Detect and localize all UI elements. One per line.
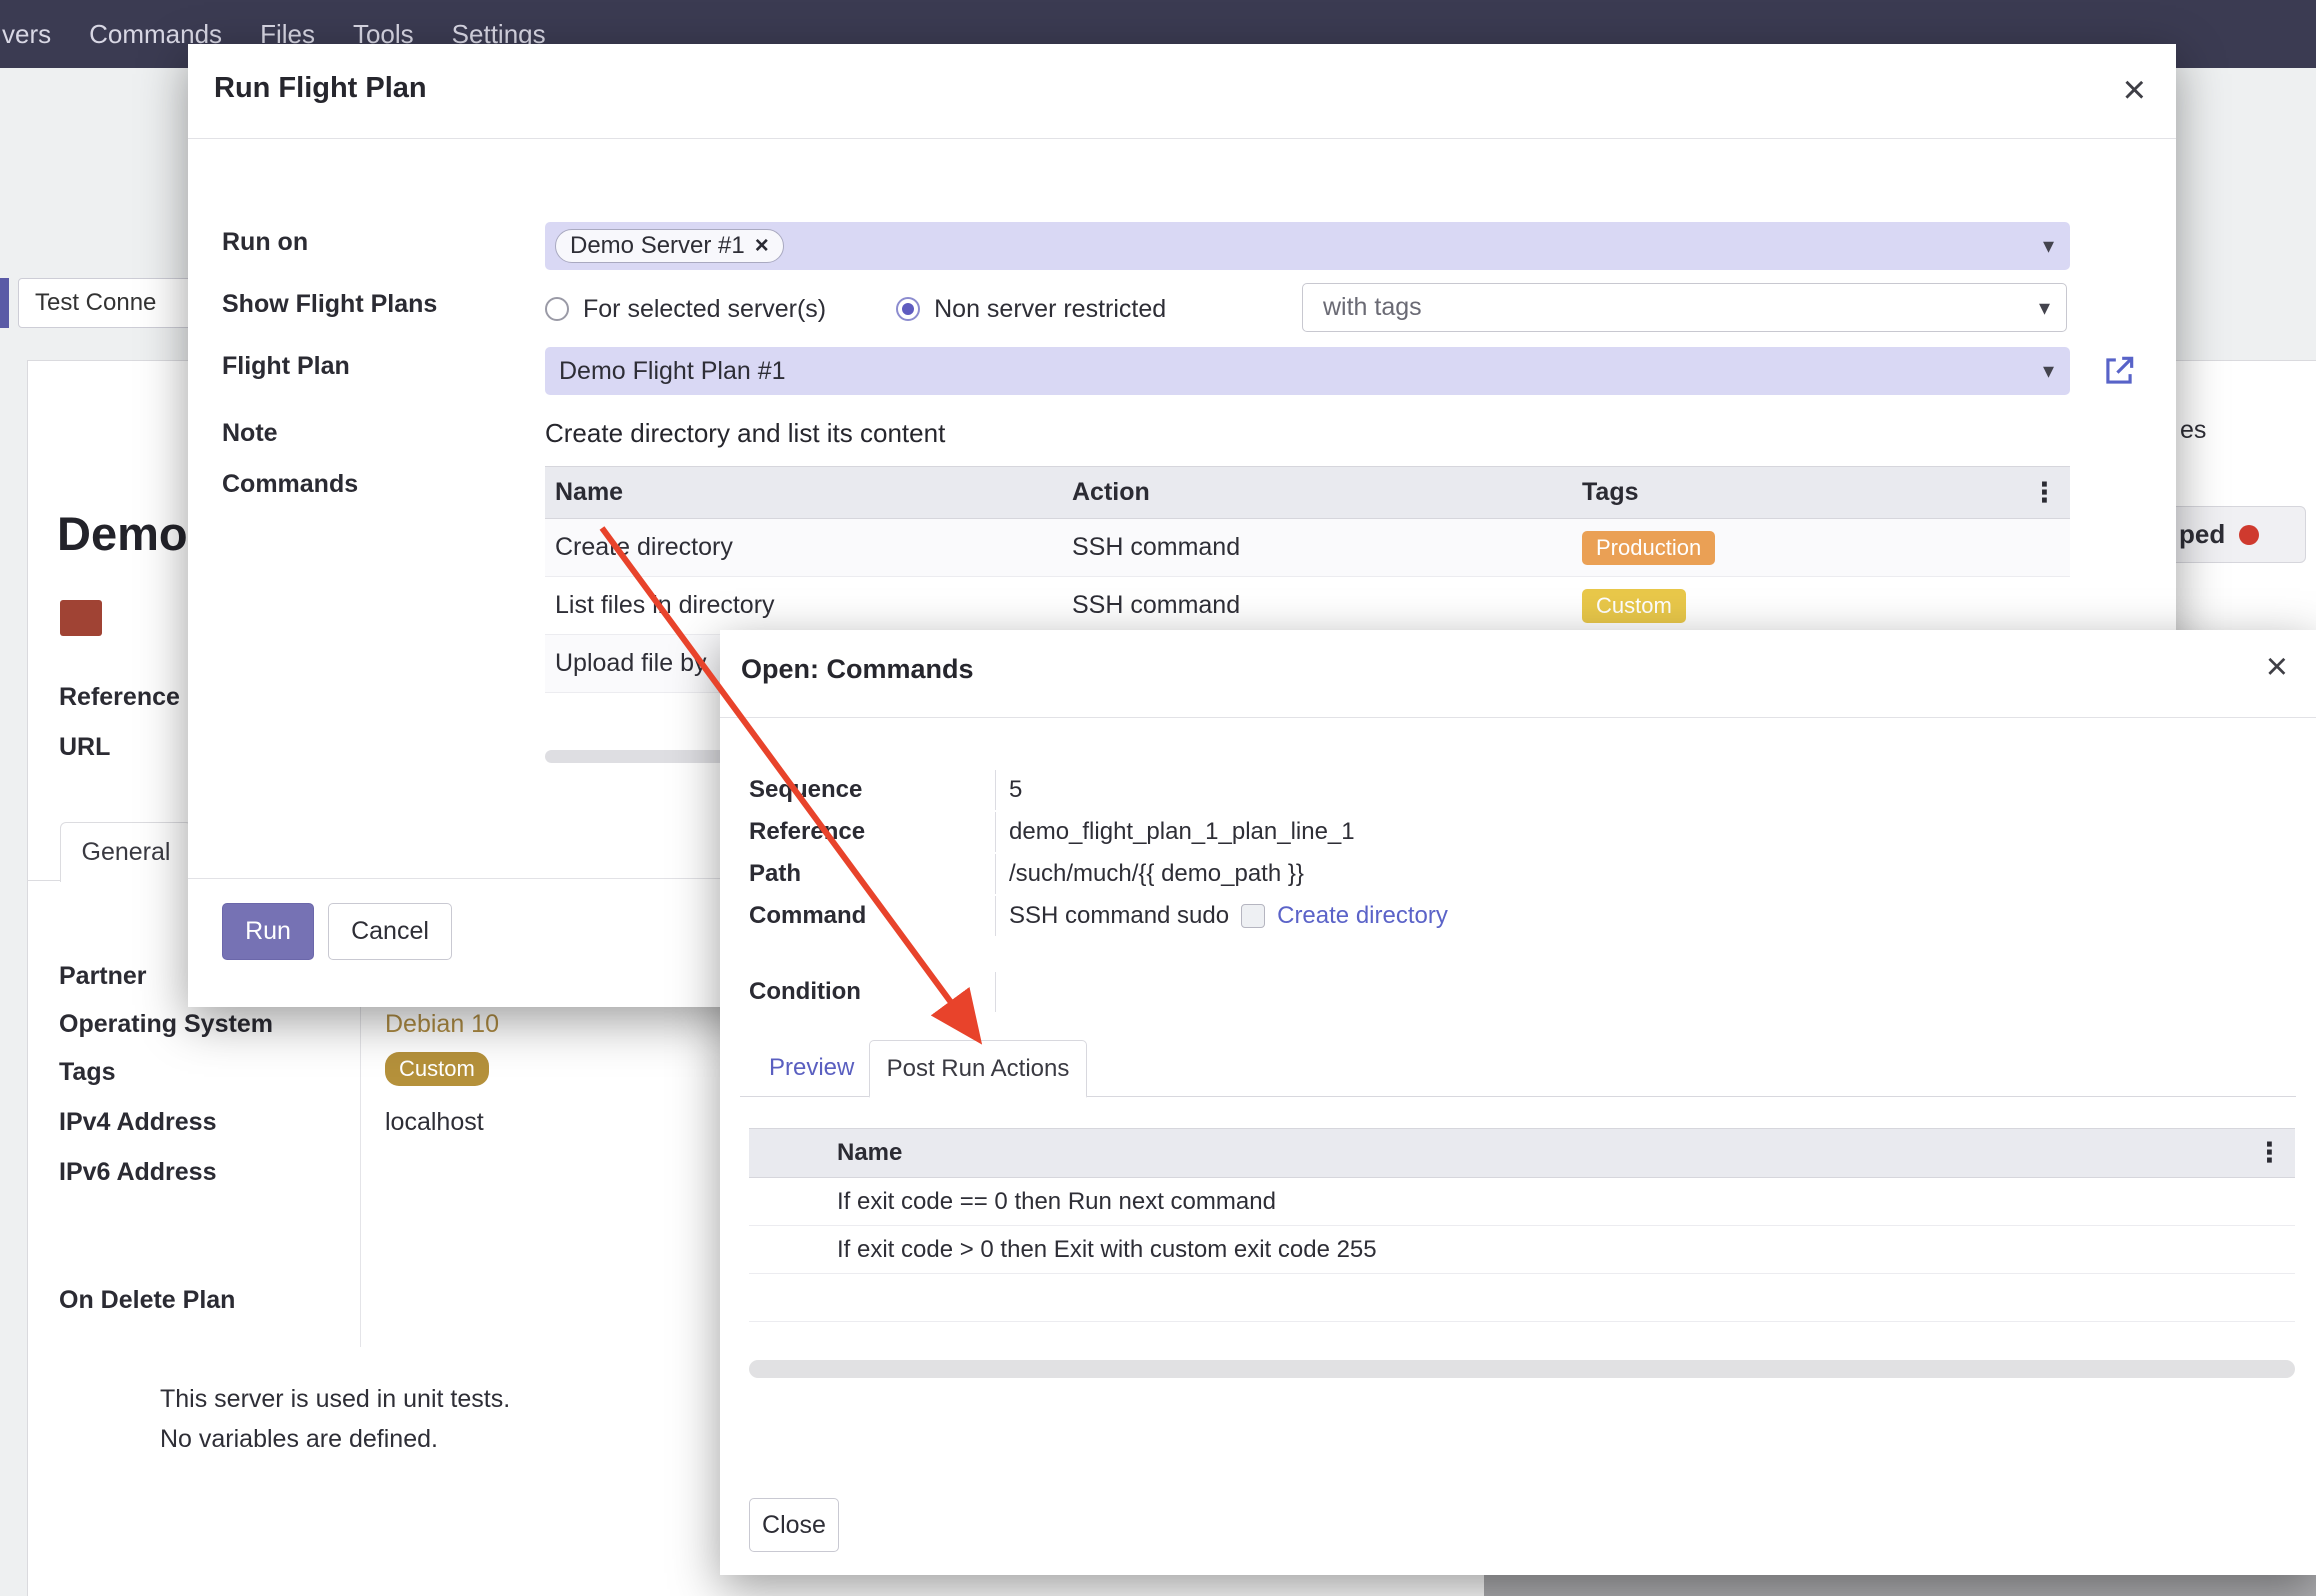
command-value-row: SSH command sudo Create directory: [995, 896, 1448, 936]
table-row[interactable]: Create directory SSH command Production: [545, 519, 2070, 577]
flight-plan-value: Demo Flight Plan #1: [545, 357, 786, 386]
screen: vers Commands Files Tools Settings Test …: [0, 0, 2316, 1596]
run-on-field[interactable]: Demo Server #1 × ▾: [545, 222, 2070, 270]
chevron-down-icon[interactable]: ▾: [2043, 358, 2054, 384]
note-label: Note: [222, 419, 278, 448]
path-value: /such/much/{{ demo_path }}: [995, 854, 1304, 894]
row-action: SSH command: [1062, 591, 1572, 620]
condition-label: Condition: [749, 972, 989, 1012]
partial-save-button[interactable]: [0, 278, 9, 328]
row-name: List files in directory: [545, 591, 1062, 620]
command-label: Command: [749, 896, 989, 936]
commands-table-header: Name Action Tags ⋮: [545, 466, 2070, 519]
table-row[interactable]: List files in directory SSH command Cust…: [545, 577, 2070, 635]
url-label: URL: [59, 733, 110, 762]
ipv4-value: localhost: [385, 1108, 484, 1137]
close-button[interactable]: Close: [749, 1498, 839, 1552]
commands-label: Commands: [222, 470, 358, 499]
row-name: If exit code > 0 then Exit with custom e…: [837, 1236, 1377, 1264]
table-row[interactable]: If exit code > 0 then Exit with custom e…: [749, 1226, 2295, 1274]
table-row-empty: [749, 1274, 2295, 1322]
radio-non-restricted-label[interactable]: Non server restricted: [934, 295, 1166, 324]
production-badge: Production: [1582, 531, 1715, 565]
note-value: Create directory and list its content: [545, 418, 945, 449]
reference-value: demo_flight_plan_1_plan_line_1: [995, 812, 1355, 852]
open-commands-dialog: Open: Commands × Sequence 5 Reference de…: [720, 630, 2316, 1575]
condition-value[interactable]: [995, 972, 1069, 1012]
cancel-button[interactable]: Cancel: [328, 903, 452, 960]
tags-badge: Custom: [385, 1052, 489, 1086]
header-divider: [720, 717, 2316, 718]
nav-item-servers[interactable]: vers: [2, 19, 51, 50]
server-heading: Demo: [57, 506, 188, 561]
os-value[interactable]: Debian 10: [385, 1010, 499, 1039]
radio-selected-servers[interactable]: [545, 297, 569, 321]
external-link-icon[interactable]: [2100, 352, 2138, 390]
radio-non-restricted[interactable]: [896, 297, 920, 321]
with-tags-placeholder: with tags: [1303, 293, 1422, 322]
sequence-label: Sequence: [749, 770, 989, 810]
right-text-fragment: es: [2180, 416, 2206, 445]
horizontal-scrollbar[interactable]: [749, 1360, 2295, 1378]
run-on-label: Run on: [222, 228, 308, 257]
run-dialog-title: Run Flight Plan: [214, 72, 427, 105]
variables-note: No variables are defined.: [160, 1425, 438, 1454]
run-button[interactable]: Run: [222, 903, 314, 960]
tab-post-run-actions[interactable]: Post Run Actions: [869, 1040, 1087, 1098]
chip-remove-icon[interactable]: ×: [755, 232, 769, 260]
chevron-down-icon[interactable]: ▾: [2039, 295, 2050, 321]
row-action: SSH command: [1062, 533, 1572, 562]
custom-badge: Custom: [1582, 589, 1686, 623]
path-label: Path: [749, 854, 989, 894]
tab-post-run-actions-label: Post Run Actions: [887, 1055, 1070, 1083]
tab-preview[interactable]: Preview: [769, 1054, 854, 1082]
reference-label: Reference: [749, 812, 989, 852]
server-tag-chip[interactable]: Demo Server #1 ×: [555, 229, 784, 263]
table-row[interactable]: If exit code == 0 then Run next command: [749, 1178, 2295, 1226]
col-tags[interactable]: Tags: [1572, 478, 2070, 507]
with-tags-select[interactable]: with tags ▾: [1302, 283, 2067, 332]
ipv4-label: IPv4 Address: [59, 1108, 216, 1137]
row-name: If exit code == 0 then Run next command: [837, 1188, 1276, 1216]
server-tag-label: Demo Server #1: [570, 232, 745, 260]
col-name[interactable]: Name: [545, 478, 1062, 507]
tab-general[interactable]: General: [60, 822, 192, 882]
sequence-value: 5: [995, 770, 1022, 810]
flight-plan-label: Flight Plan: [222, 352, 350, 381]
unit-test-note: This server is used in unit tests.: [160, 1385, 510, 1414]
col-name[interactable]: Name: [837, 1139, 902, 1167]
header-divider: [188, 138, 2176, 139]
row-name: Create directory: [545, 533, 1062, 562]
close-icon[interactable]: ×: [2123, 70, 2146, 110]
create-directory-link[interactable]: Create directory: [1277, 896, 1448, 936]
col-action[interactable]: Action: [1062, 478, 1572, 507]
command-value: SSH command sudo: [1009, 896, 1229, 936]
field-divider: [360, 955, 361, 1347]
post-run-table-header: Name ⋮: [749, 1128, 2295, 1178]
kebab-menu-icon[interactable]: ⋮: [2256, 1138, 2283, 1169]
chevron-down-icon[interactable]: ▾: [2043, 233, 2054, 259]
tags-label: Tags: [59, 1058, 116, 1087]
flight-plan-select[interactable]: Demo Flight Plan #1 ▾: [545, 347, 2070, 395]
reference-label: Reference: [59, 683, 180, 712]
checkbox[interactable]: [1241, 904, 1265, 928]
os-label: Operating System: [59, 1010, 273, 1039]
kebab-menu-icon[interactable]: ⋮: [2031, 477, 2058, 508]
on-delete-plan-label: On Delete Plan: [59, 1286, 235, 1315]
ipv6-label: IPv6 Address: [59, 1158, 216, 1187]
server-scope-radios: For selected server(s) Non server restri…: [545, 285, 1166, 333]
test-connection-button[interactable]: Test Conne: [18, 278, 200, 328]
tab-general-label: General: [82, 838, 171, 867]
close-icon[interactable]: ×: [2266, 648, 2288, 686]
show-flight-plans-label: Show Flight Plans: [222, 290, 437, 319]
post-run-actions-table: Name ⋮ If exit code == 0 then Run next c…: [749, 1128, 2295, 1322]
color-swatch[interactable]: [60, 600, 102, 636]
commands-dialog-title: Open: Commands: [741, 654, 974, 685]
status-label: ped: [2179, 519, 2225, 550]
partner-label: Partner: [59, 962, 147, 991]
radio-selected-servers-label[interactable]: For selected server(s): [583, 295, 826, 324]
status-stopped-icon: [2239, 525, 2259, 545]
